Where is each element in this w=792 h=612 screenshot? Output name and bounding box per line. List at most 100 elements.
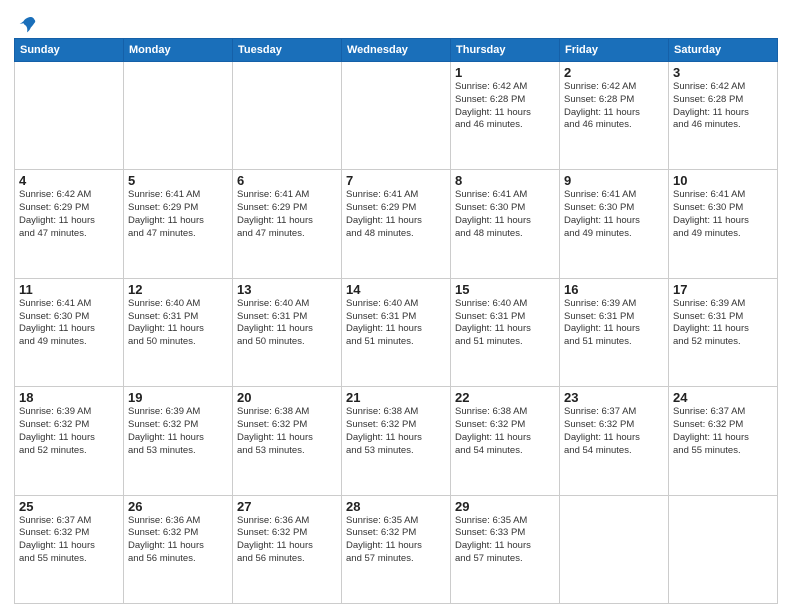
- calendar-cell: [233, 62, 342, 170]
- calendar-cell: [342, 62, 451, 170]
- calendar-cell: 14Sunrise: 6:40 AMSunset: 6:31 PMDayligh…: [342, 278, 451, 386]
- cell-info: Sunrise: 6:37 AMSunset: 6:32 PMDaylight:…: [673, 406, 773, 457]
- cell-day-number: 21: [346, 390, 446, 405]
- calendar-cell: 21Sunrise: 6:38 AMSunset: 6:32 PMDayligh…: [342, 387, 451, 495]
- calendar-cell: 1Sunrise: 6:42 AMSunset: 6:28 PMDaylight…: [451, 62, 560, 170]
- calendar-cell: 6Sunrise: 6:41 AMSunset: 6:29 PMDaylight…: [233, 170, 342, 278]
- cell-day-number: 22: [455, 390, 555, 405]
- week-row-5: 25Sunrise: 6:37 AMSunset: 6:32 PMDayligh…: [15, 495, 778, 603]
- cell-day-number: 11: [19, 282, 119, 297]
- calendar-cell: 18Sunrise: 6:39 AMSunset: 6:32 PMDayligh…: [15, 387, 124, 495]
- calendar-cell: 8Sunrise: 6:41 AMSunset: 6:30 PMDaylight…: [451, 170, 560, 278]
- col-header-saturday: Saturday: [669, 39, 778, 62]
- cell-info: Sunrise: 6:41 AMSunset: 6:30 PMDaylight:…: [19, 298, 119, 349]
- cell-info: Sunrise: 6:40 AMSunset: 6:31 PMDaylight:…: [455, 298, 555, 349]
- calendar-cell: [15, 62, 124, 170]
- calendar-cell: 29Sunrise: 6:35 AMSunset: 6:33 PMDayligh…: [451, 495, 560, 603]
- cell-info: Sunrise: 6:35 AMSunset: 6:33 PMDaylight:…: [455, 515, 555, 566]
- cell-day-number: 6: [237, 173, 337, 188]
- calendar-cell: 26Sunrise: 6:36 AMSunset: 6:32 PMDayligh…: [124, 495, 233, 603]
- cell-info: Sunrise: 6:35 AMSunset: 6:32 PMDaylight:…: [346, 515, 446, 566]
- page: SundayMondayTuesdayWednesdayThursdayFrid…: [0, 0, 792, 612]
- cell-day-number: 1: [455, 65, 555, 80]
- cell-day-number: 26: [128, 499, 228, 514]
- cell-info: Sunrise: 6:36 AMSunset: 6:32 PMDaylight:…: [237, 515, 337, 566]
- cell-info: Sunrise: 6:38 AMSunset: 6:32 PMDaylight:…: [346, 406, 446, 457]
- calendar-cell: 4Sunrise: 6:42 AMSunset: 6:29 PMDaylight…: [15, 170, 124, 278]
- cell-info: Sunrise: 6:40 AMSunset: 6:31 PMDaylight:…: [128, 298, 228, 349]
- cell-info: Sunrise: 6:37 AMSunset: 6:32 PMDaylight:…: [19, 515, 119, 566]
- cell-day-number: 10: [673, 173, 773, 188]
- cell-day-number: 7: [346, 173, 446, 188]
- calendar-cell: 16Sunrise: 6:39 AMSunset: 6:31 PMDayligh…: [560, 278, 669, 386]
- calendar-cell: [560, 495, 669, 603]
- calendar-cell: [124, 62, 233, 170]
- cell-info: Sunrise: 6:41 AMSunset: 6:29 PMDaylight:…: [128, 189, 228, 240]
- calendar-cell: 7Sunrise: 6:41 AMSunset: 6:29 PMDaylight…: [342, 170, 451, 278]
- cell-info: Sunrise: 6:39 AMSunset: 6:32 PMDaylight:…: [128, 406, 228, 457]
- cell-day-number: 3: [673, 65, 773, 80]
- col-header-monday: Monday: [124, 39, 233, 62]
- cell-day-number: 13: [237, 282, 337, 297]
- cell-info: Sunrise: 6:41 AMSunset: 6:30 PMDaylight:…: [673, 189, 773, 240]
- cell-info: Sunrise: 6:42 AMSunset: 6:28 PMDaylight:…: [564, 81, 664, 132]
- cell-info: Sunrise: 6:39 AMSunset: 6:31 PMDaylight:…: [564, 298, 664, 349]
- calendar-cell: [669, 495, 778, 603]
- col-header-wednesday: Wednesday: [342, 39, 451, 62]
- cell-day-number: 25: [19, 499, 119, 514]
- logo-bird-icon: [16, 14, 38, 36]
- week-row-1: 1Sunrise: 6:42 AMSunset: 6:28 PMDaylight…: [15, 62, 778, 170]
- cell-day-number: 4: [19, 173, 119, 188]
- cell-day-number: 17: [673, 282, 773, 297]
- col-header-thursday: Thursday: [451, 39, 560, 62]
- cell-info: Sunrise: 6:37 AMSunset: 6:32 PMDaylight:…: [564, 406, 664, 457]
- cell-info: Sunrise: 6:41 AMSunset: 6:29 PMDaylight:…: [237, 189, 337, 240]
- calendar-cell: 20Sunrise: 6:38 AMSunset: 6:32 PMDayligh…: [233, 387, 342, 495]
- cell-day-number: 28: [346, 499, 446, 514]
- calendar-cell: 22Sunrise: 6:38 AMSunset: 6:32 PMDayligh…: [451, 387, 560, 495]
- col-header-sunday: Sunday: [15, 39, 124, 62]
- calendar-cell: 10Sunrise: 6:41 AMSunset: 6:30 PMDayligh…: [669, 170, 778, 278]
- calendar-cell: 25Sunrise: 6:37 AMSunset: 6:32 PMDayligh…: [15, 495, 124, 603]
- calendar-cell: 3Sunrise: 6:42 AMSunset: 6:28 PMDaylight…: [669, 62, 778, 170]
- calendar-header-row: SundayMondayTuesdayWednesdayThursdayFrid…: [15, 39, 778, 62]
- calendar-cell: 24Sunrise: 6:37 AMSunset: 6:32 PMDayligh…: [669, 387, 778, 495]
- cell-day-number: 12: [128, 282, 228, 297]
- logo: [14, 14, 38, 36]
- cell-info: Sunrise: 6:38 AMSunset: 6:32 PMDaylight:…: [455, 406, 555, 457]
- calendar-table: SundayMondayTuesdayWednesdayThursdayFrid…: [14, 38, 778, 604]
- week-row-3: 11Sunrise: 6:41 AMSunset: 6:30 PMDayligh…: [15, 278, 778, 386]
- cell-info: Sunrise: 6:40 AMSunset: 6:31 PMDaylight:…: [237, 298, 337, 349]
- cell-day-number: 14: [346, 282, 446, 297]
- col-header-friday: Friday: [560, 39, 669, 62]
- cell-info: Sunrise: 6:36 AMSunset: 6:32 PMDaylight:…: [128, 515, 228, 566]
- calendar-cell: 28Sunrise: 6:35 AMSunset: 6:32 PMDayligh…: [342, 495, 451, 603]
- calendar-cell: 23Sunrise: 6:37 AMSunset: 6:32 PMDayligh…: [560, 387, 669, 495]
- calendar-cell: 15Sunrise: 6:40 AMSunset: 6:31 PMDayligh…: [451, 278, 560, 386]
- cell-day-number: 24: [673, 390, 773, 405]
- cell-info: Sunrise: 6:42 AMSunset: 6:29 PMDaylight:…: [19, 189, 119, 240]
- cell-info: Sunrise: 6:39 AMSunset: 6:32 PMDaylight:…: [19, 406, 119, 457]
- cell-info: Sunrise: 6:38 AMSunset: 6:32 PMDaylight:…: [237, 406, 337, 457]
- cell-info: Sunrise: 6:41 AMSunset: 6:30 PMDaylight:…: [455, 189, 555, 240]
- calendar-cell: 17Sunrise: 6:39 AMSunset: 6:31 PMDayligh…: [669, 278, 778, 386]
- week-row-2: 4Sunrise: 6:42 AMSunset: 6:29 PMDaylight…: [15, 170, 778, 278]
- calendar-cell: 2Sunrise: 6:42 AMSunset: 6:28 PMDaylight…: [560, 62, 669, 170]
- cell-day-number: 2: [564, 65, 664, 80]
- cell-info: Sunrise: 6:39 AMSunset: 6:31 PMDaylight:…: [673, 298, 773, 349]
- cell-day-number: 27: [237, 499, 337, 514]
- cell-info: Sunrise: 6:42 AMSunset: 6:28 PMDaylight:…: [673, 81, 773, 132]
- cell-day-number: 18: [19, 390, 119, 405]
- cell-day-number: 5: [128, 173, 228, 188]
- cell-day-number: 9: [564, 173, 664, 188]
- cell-day-number: 8: [455, 173, 555, 188]
- cell-day-number: 23: [564, 390, 664, 405]
- calendar-cell: 27Sunrise: 6:36 AMSunset: 6:32 PMDayligh…: [233, 495, 342, 603]
- cell-info: Sunrise: 6:42 AMSunset: 6:28 PMDaylight:…: [455, 81, 555, 132]
- cell-info: Sunrise: 6:41 AMSunset: 6:29 PMDaylight:…: [346, 189, 446, 240]
- calendar-cell: 11Sunrise: 6:41 AMSunset: 6:30 PMDayligh…: [15, 278, 124, 386]
- calendar-cell: 19Sunrise: 6:39 AMSunset: 6:32 PMDayligh…: [124, 387, 233, 495]
- cell-day-number: 29: [455, 499, 555, 514]
- cell-day-number: 19: [128, 390, 228, 405]
- calendar-cell: 5Sunrise: 6:41 AMSunset: 6:29 PMDaylight…: [124, 170, 233, 278]
